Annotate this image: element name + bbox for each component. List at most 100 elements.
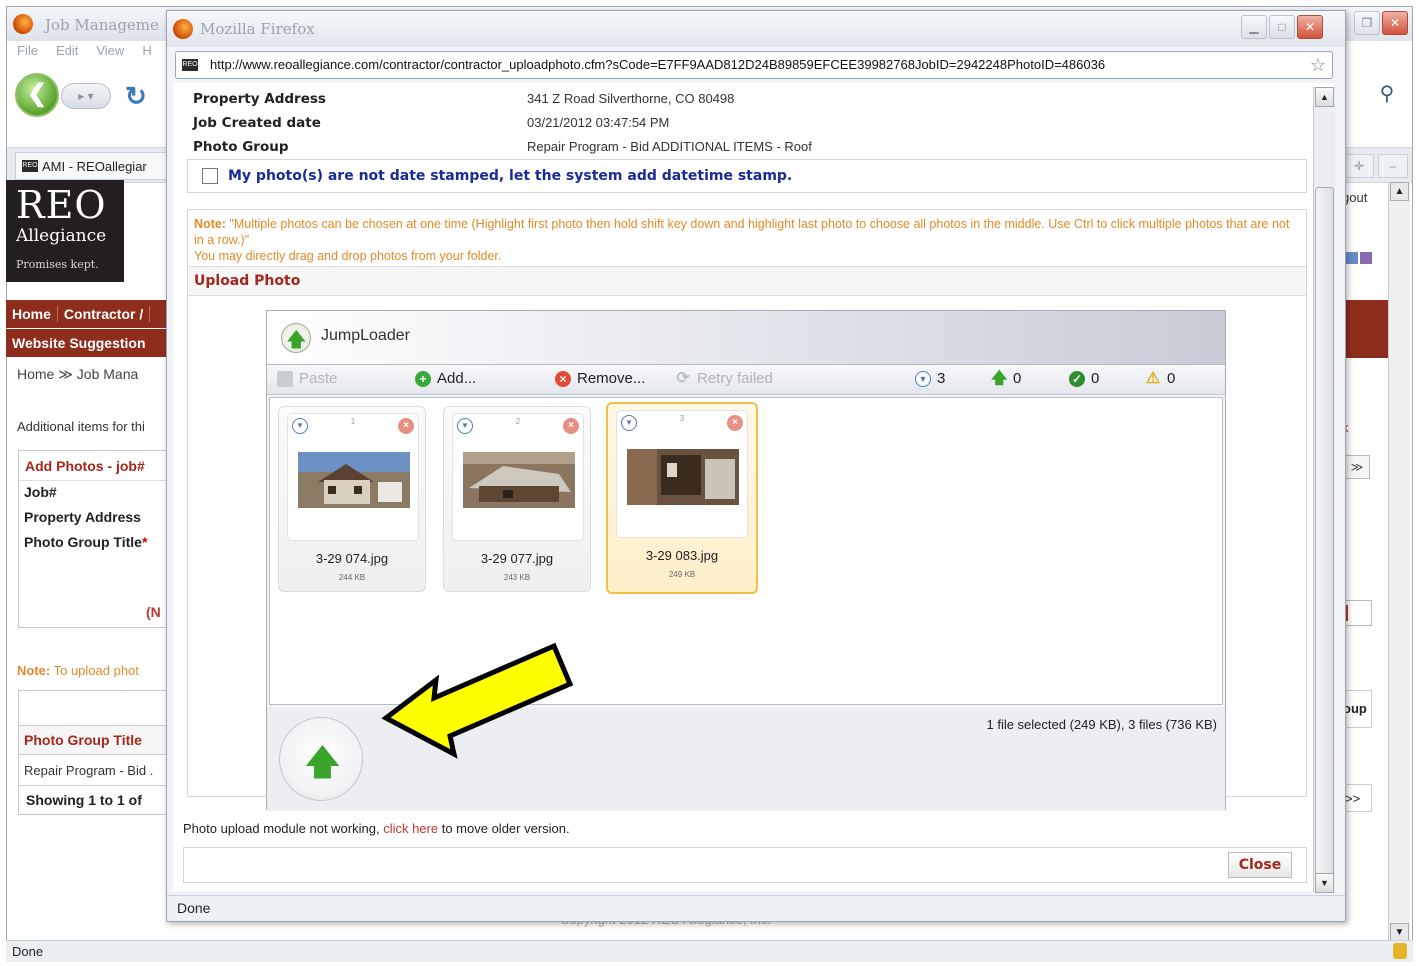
file-size: 249 KB xyxy=(668,570,696,579)
file-name: 3-29 077.jpg xyxy=(480,551,554,566)
older-version-link[interactable]: click here xyxy=(383,821,438,836)
file-card[interactable]: 1 ▼ × 3-29 074.jpg 244 KB xyxy=(278,406,426,592)
url-bar[interactable]: REO http://www.reoallegiance.com/contrac… xyxy=(175,51,1333,79)
pending-count: ▼ 3 xyxy=(915,370,945,387)
uploading-count: 🡅 0 xyxy=(991,369,1022,387)
popup-scrollbar[interactable]: ▲ ▼ xyxy=(1313,87,1335,893)
breadcrumb: Home ≫ Job Mana xyxy=(17,366,139,382)
nav-contractor[interactable]: Contractor / xyxy=(58,306,151,322)
forward-button[interactable]: ▸ ▾ xyxy=(61,83,111,109)
info-value: 341 Z Road Silverthorne, CO 80498 xyxy=(527,91,735,106)
tab-controls: ✛ – xyxy=(1344,154,1408,178)
legend-swatch-2 xyxy=(1360,252,1372,264)
maximize-icon[interactable]: □ xyxy=(1269,15,1295,39)
scroll-thumb[interactable] xyxy=(1315,187,1334,877)
done-check-icon: ✓ xyxy=(1069,370,1085,387)
jumploader-header: JumpLoader xyxy=(267,311,1225,365)
tab-list-icon[interactable]: – xyxy=(1378,154,1408,178)
nav-website-suggestion[interactable]: Website Suggestion xyxy=(6,329,166,357)
info-label: Job Created date xyxy=(193,115,321,131)
start-upload-button[interactable]: 🡅 xyxy=(279,717,363,801)
scroll-down-icon[interactable]: ▼ xyxy=(1315,873,1334,893)
upload-photo-heading: Upload Photo xyxy=(188,266,1306,296)
uploading-icon: 🡅 xyxy=(991,369,1008,387)
right-header-fragment: oup xyxy=(1342,690,1372,728)
datetime-stamp-label[interactable]: My photo(s) are not date stamped, let th… xyxy=(228,168,792,184)
popup-content: Property Address 341 Z Road Silverthorne… xyxy=(173,83,1335,891)
back-button[interactable]: ❮ xyxy=(15,73,59,117)
menu-edit[interactable]: Edit xyxy=(56,43,78,65)
remove-file-icon[interactable]: × xyxy=(398,418,414,434)
file-card[interactable]: 2 ▼ × 3-29 077.jpg 243 KB xyxy=(443,406,591,592)
background-window-controls: ❐ ✕ xyxy=(1354,11,1408,35)
close-icon[interactable]: ✕ xyxy=(1297,15,1323,39)
remove-file-icon[interactable]: × xyxy=(727,415,743,431)
warning-icon: ⚠ xyxy=(1145,369,1161,387)
menu-history[interactable]: H xyxy=(142,43,151,65)
table-header-photo-group-title[interactable]: Photo Group Title xyxy=(19,725,167,755)
forward-arrow-icon: ▸ ▾ xyxy=(78,89,94,103)
selection-status: 1 file selected (249 KB), 3 files (736 K… xyxy=(986,717,1217,732)
expand-icon[interactable]: ▼ xyxy=(457,418,473,434)
status-text: Done xyxy=(177,900,211,916)
file-name: 3-29 074.jpg xyxy=(315,551,389,566)
url-text[interactable]: http://www.reoallegiance.com/contractor/… xyxy=(210,57,1105,72)
additional-items-text: Additional items for thi xyxy=(17,419,145,434)
nav-bar-right xyxy=(1342,300,1388,358)
add-photos-form: Add Photos - job# Job# Property Address … xyxy=(18,450,168,628)
next-page-link[interactable]: >> xyxy=(1342,784,1372,812)
reload-icon[interactable]: ↻ xyxy=(125,81,147,112)
retry-icon: ⟳ xyxy=(676,369,690,387)
upload-note: Note: To upload phot xyxy=(17,663,139,678)
bookmark-star-icon[interactable]: ☆ xyxy=(1310,55,1326,76)
tab-ami-reoallegiance[interactable]: REO AMI - REOallegiar xyxy=(15,152,169,180)
retry-failed-button[interactable]: ⟳ Retry failed xyxy=(675,370,773,387)
file-size: 244 KB xyxy=(338,573,366,582)
nav-home[interactable]: Home xyxy=(6,306,58,322)
datetime-stamp-checkbox[interactable] xyxy=(202,168,218,184)
add-button[interactable]: + Add... xyxy=(415,370,476,387)
thumbnail-frame: 1 ▼ × xyxy=(287,413,419,541)
restore-icon[interactable]: ❐ xyxy=(1354,11,1380,35)
datetime-stamp-row: My photo(s) are not date stamped, let th… xyxy=(187,159,1307,193)
page-scrollbar[interactable]: ▲ ▼ xyxy=(1388,182,1410,942)
popup-window-title: Mozilla Firefox xyxy=(200,20,315,38)
photo-thumbnail xyxy=(298,452,410,508)
file-card-selected[interactable]: 3 ▼ × 3-29 083.jpg 249 KB xyxy=(606,402,758,594)
menu-bar: File Edit View H xyxy=(7,43,152,65)
menu-view[interactable]: View xyxy=(96,43,124,65)
scroll-up-icon[interactable]: ▲ xyxy=(1315,87,1334,107)
search-icon[interactable]: ⚲ xyxy=(1372,81,1402,107)
firefox-logo-icon xyxy=(13,14,33,34)
required-mark: * xyxy=(141,534,148,550)
upload-section: Note: "Multiple photos can be chosen at … xyxy=(187,209,1307,811)
form-note-fragment: (N xyxy=(146,604,161,620)
jumploader-toolbar: Paste + Add... × Remove... ⟳ Retry faile… xyxy=(267,365,1225,395)
thumbnail-frame: 2 ▼ × xyxy=(452,413,584,541)
paste-icon xyxy=(277,370,293,387)
photo-group-table: Photo Group Title Repair Program - Bid .… xyxy=(18,690,168,815)
jumploader-title: JumpLoader xyxy=(321,327,410,344)
reo-favicon-icon: REO xyxy=(182,59,198,71)
next-page-button[interactable]: ≫ xyxy=(1344,455,1370,479)
add-icon: + xyxy=(415,370,431,387)
popup-status-bar: Done xyxy=(167,895,1345,921)
close-icon[interactable]: ✕ xyxy=(1382,11,1408,35)
table-footer-showing: Showing 1 to 1 of xyxy=(19,785,167,815)
info-label: Photo Group xyxy=(193,139,289,155)
upload-arrow-icon: 🡅 xyxy=(304,742,342,783)
close-button[interactable]: Close xyxy=(1228,852,1292,878)
minimize-icon[interactable]: ▁ xyxy=(1241,15,1267,39)
new-tab-icon[interactable]: ✛ xyxy=(1344,154,1374,178)
remove-button[interactable]: × Remove... xyxy=(555,370,645,387)
table-row[interactable]: Repair Program - Bid . xyxy=(19,757,158,784)
menu-file[interactable]: File xyxy=(17,43,38,65)
info-label: Property Address xyxy=(193,91,326,107)
scroll-up-icon[interactable]: ▲ xyxy=(1390,182,1409,201)
right-input-fragment[interactable] xyxy=(1342,600,1372,626)
back-arrow-icon: ❮ xyxy=(26,80,48,107)
expand-icon[interactable]: ▼ xyxy=(621,415,637,431)
paste-button[interactable]: Paste xyxy=(277,370,337,387)
expand-icon[interactable]: ▼ xyxy=(292,418,308,434)
remove-file-icon[interactable]: × xyxy=(563,418,579,434)
